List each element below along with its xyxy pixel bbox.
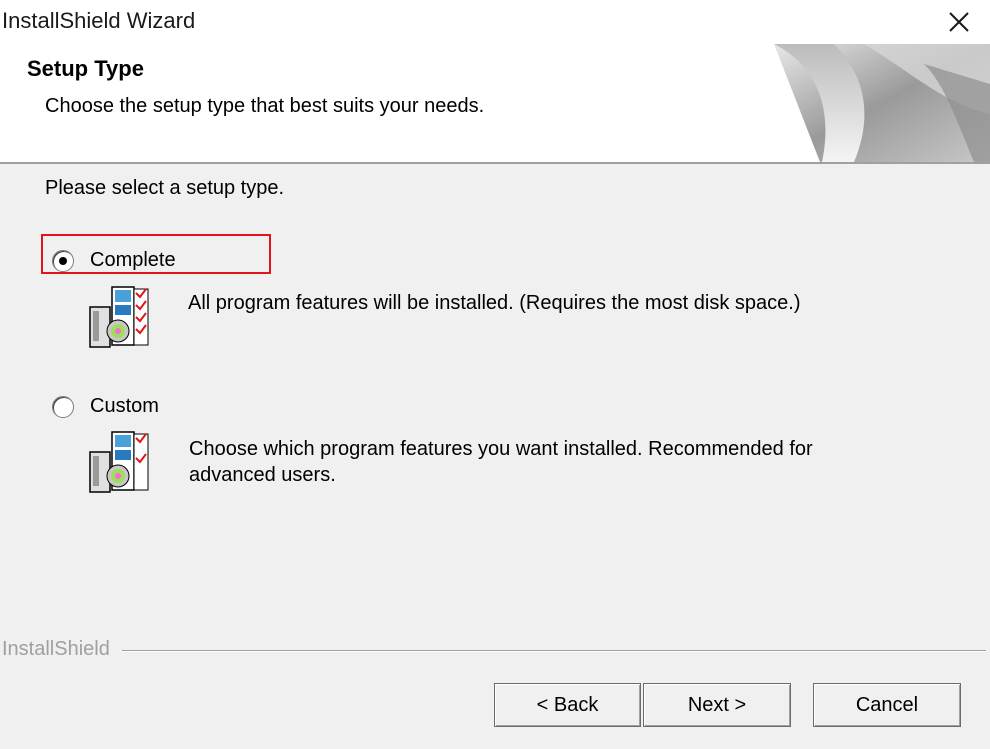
installshield-brand-label: InstallShield — [2, 638, 110, 660]
page-subtitle: Choose the setup type that best suits yo… — [45, 95, 485, 117]
custom-description-line2: advanced users. — [189, 464, 336, 486]
custom-radio-option[interactable]: Custom — [52, 395, 159, 418]
wizard-header: Setup Type Choose the setup type that be… — [0, 44, 990, 164]
window-title: InstallShield Wizard — [2, 8, 196, 33]
complete-radio-option[interactable]: Complete — [52, 249, 176, 272]
title-bar: InstallShield Wizard — [0, 0, 990, 44]
complete-description: All program features will be installed. … — [188, 292, 801, 314]
page-curl-graphic — [774, 44, 990, 162]
setup-type-icon — [89, 431, 149, 493]
custom-description: Choose which program features you want i… — [189, 436, 813, 488]
next-button[interactable]: Next > — [643, 683, 791, 727]
complete-radio-button[interactable] — [52, 249, 74, 272]
custom-description-line1: Choose which program features you want i… — [189, 438, 813, 460]
close-icon — [949, 12, 969, 32]
back-button[interactable]: < Back — [494, 683, 641, 727]
setup-type-icon — [89, 286, 149, 348]
cancel-button[interactable]: Cancel — [813, 683, 961, 727]
close-button[interactable] — [928, 0, 990, 44]
page-title: Setup Type — [27, 56, 144, 81]
custom-label: Custom — [90, 395, 159, 417]
complete-label: Complete — [90, 249, 176, 271]
instruction-text: Please select a setup type. — [45, 177, 285, 199]
custom-radio-button[interactable] — [52, 395, 74, 418]
footer-divider — [122, 650, 986, 652]
